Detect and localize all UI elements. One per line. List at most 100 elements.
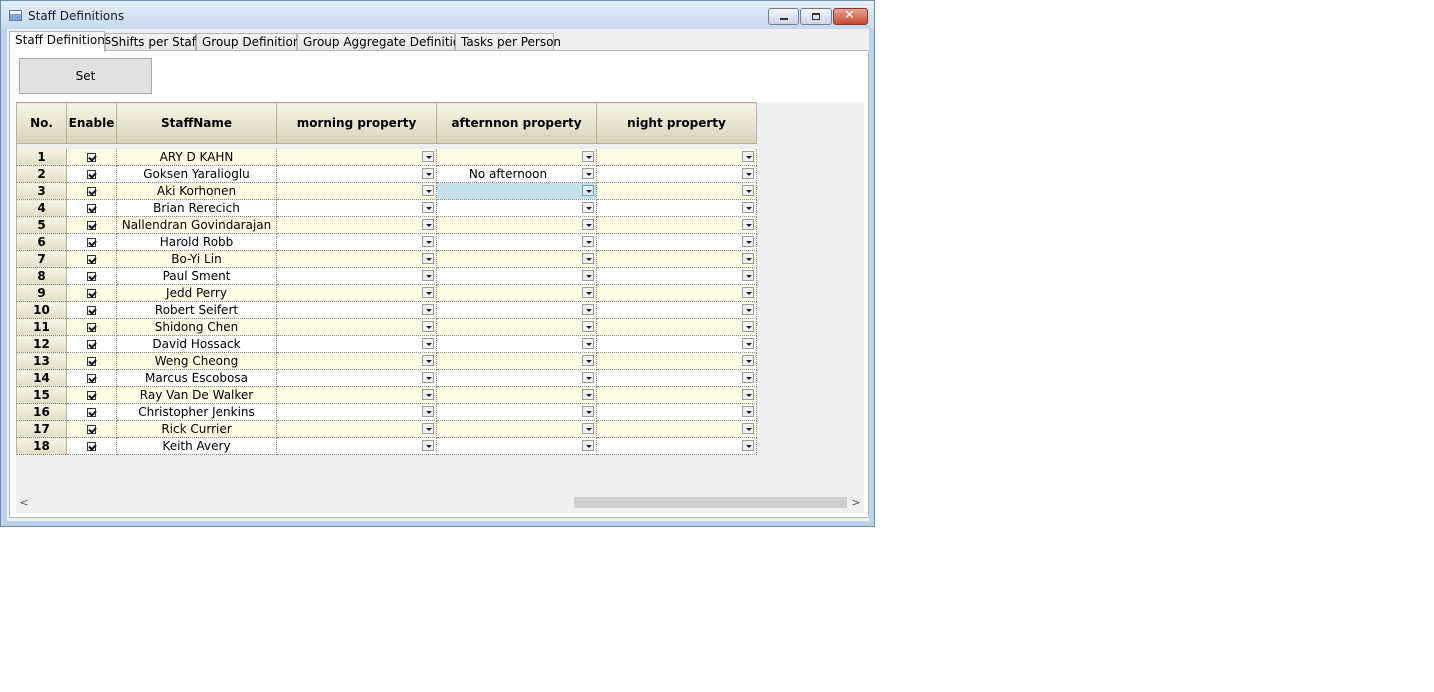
staff-name-cell[interactable]: Goksen Yaralioglu xyxy=(116,165,277,183)
dropdown-arrow-icon[interactable] xyxy=(742,389,754,400)
morning-property-dropdown[interactable] xyxy=(277,319,436,335)
dropdown-arrow-icon[interactable] xyxy=(742,321,754,332)
checkbox-checked-icon[interactable] xyxy=(87,408,96,417)
night-property-cell[interactable] xyxy=(596,352,757,370)
tab-group-aggregate-definitions[interactable]: Group Aggregate Definitions xyxy=(297,33,474,51)
night-property-cell[interactable] xyxy=(596,335,757,353)
morning-property-dropdown[interactable] xyxy=(277,302,436,318)
checkbox-checked-icon[interactable] xyxy=(87,255,96,264)
night-property-cell[interactable] xyxy=(596,250,757,268)
morning-property-dropdown[interactable] xyxy=(277,149,436,165)
night-property-cell[interactable] xyxy=(596,403,757,421)
afternoon-property-cell[interactable] xyxy=(436,437,597,455)
afternoon-property-cell[interactable] xyxy=(436,318,597,336)
afternoon-property-cell[interactable] xyxy=(436,352,597,370)
morning-property-cell[interactable] xyxy=(276,149,437,166)
afternoon-property-cell[interactable] xyxy=(436,386,597,404)
staff-name-cell[interactable]: Robert Seifert xyxy=(116,301,277,319)
night-property-cell[interactable] xyxy=(596,420,757,438)
tab-tasks-per-person[interactable]: Tasks per Person xyxy=(455,33,561,51)
set-button[interactable]: Set xyxy=(19,58,152,94)
afternoon-property-dropdown[interactable] xyxy=(437,387,596,403)
checkbox-checked-icon[interactable] xyxy=(87,340,96,349)
morning-property-cell[interactable] xyxy=(276,437,437,455)
night-property-dropdown[interactable] xyxy=(597,319,756,335)
night-property-cell[interactable] xyxy=(596,149,757,166)
afternoon-property-dropdown[interactable] xyxy=(437,234,596,250)
night-property-dropdown[interactable] xyxy=(597,149,756,165)
night-property-dropdown[interactable] xyxy=(597,438,756,454)
afternoon-property-cell[interactable] xyxy=(436,267,597,285)
morning-property-dropdown[interactable] xyxy=(277,285,436,301)
dropdown-arrow-icon[interactable] xyxy=(582,202,594,213)
dropdown-arrow-icon[interactable] xyxy=(422,219,434,230)
table-row[interactable]: 18 Keith Avery xyxy=(16,437,757,455)
morning-property-cell[interactable] xyxy=(276,199,437,217)
dropdown-arrow-icon[interactable] xyxy=(422,304,434,315)
dropdown-arrow-icon[interactable] xyxy=(582,440,594,451)
morning-property-cell[interactable] xyxy=(276,420,437,438)
night-property-cell[interactable] xyxy=(596,233,757,251)
dropdown-arrow-icon[interactable] xyxy=(742,236,754,247)
dropdown-arrow-icon[interactable] xyxy=(422,287,434,298)
dropdown-arrow-icon[interactable] xyxy=(422,253,434,264)
table-row[interactable]: 10 Robert Seifert xyxy=(16,301,757,319)
dropdown-arrow-icon[interactable] xyxy=(742,372,754,383)
afternoon-property-cell[interactable] xyxy=(436,216,597,234)
afternoon-property-dropdown[interactable] xyxy=(437,421,596,437)
afternoon-property-dropdown[interactable] xyxy=(437,370,596,386)
night-property-dropdown[interactable] xyxy=(597,387,756,403)
afternoon-property-cell[interactable] xyxy=(436,182,597,200)
dropdown-arrow-icon[interactable] xyxy=(422,168,434,179)
dropdown-arrow-icon[interactable] xyxy=(742,270,754,281)
morning-property-dropdown[interactable] xyxy=(277,370,436,386)
afternoon-property-dropdown[interactable]: No afternoon xyxy=(437,166,596,182)
table-row[interactable]: 16 Christopher Jenkins xyxy=(16,403,757,421)
scroll-right-icon[interactable]: > xyxy=(850,495,862,510)
staff-name-cell[interactable]: Rick Currier xyxy=(116,420,277,438)
afternoon-property-cell[interactable] xyxy=(436,250,597,268)
dropdown-arrow-icon[interactable] xyxy=(582,168,594,179)
dropdown-arrow-icon[interactable] xyxy=(582,151,594,162)
night-property-dropdown[interactable] xyxy=(597,166,756,182)
afternoon-property-dropdown[interactable] xyxy=(437,149,596,165)
afternoon-property-dropdown[interactable] xyxy=(437,285,596,301)
dropdown-arrow-icon[interactable] xyxy=(422,270,434,281)
staff-name-cell[interactable]: Jedd Perry xyxy=(116,284,277,302)
dropdown-arrow-icon[interactable] xyxy=(742,304,754,315)
night-property-dropdown[interactable] xyxy=(597,370,756,386)
dropdown-arrow-icon[interactable] xyxy=(742,202,754,213)
afternoon-property-dropdown[interactable] xyxy=(437,251,596,267)
checkbox-checked-icon[interactable] xyxy=(87,153,96,162)
scrollbar-thumb[interactable] xyxy=(574,497,847,508)
scroll-left-icon[interactable]: < xyxy=(18,495,30,510)
column-header-afternoon-property[interactable]: afternnon property xyxy=(436,102,597,144)
dropdown-arrow-icon[interactable] xyxy=(422,406,434,417)
morning-property-cell[interactable] xyxy=(276,352,437,370)
dropdown-arrow-icon[interactable] xyxy=(422,338,434,349)
table-row[interactable]: 2 Goksen Yaralioglu No afternoon xyxy=(16,165,757,183)
dropdown-arrow-icon[interactable] xyxy=(582,287,594,298)
morning-property-cell[interactable] xyxy=(276,369,437,387)
table-row[interactable]: 7 Bo-Yi Lin xyxy=(16,250,757,268)
table-row[interactable]: 6 Harold Robb xyxy=(16,233,757,251)
column-header-no[interactable]: No. xyxy=(16,102,67,144)
night-property-dropdown[interactable] xyxy=(597,251,756,267)
dropdown-arrow-icon[interactable] xyxy=(582,338,594,349)
table-row[interactable]: 3 Aki Korhonen xyxy=(16,182,757,200)
checkbox-checked-icon[interactable] xyxy=(87,442,96,451)
morning-property-cell[interactable] xyxy=(276,233,437,251)
dropdown-arrow-icon[interactable] xyxy=(422,185,434,196)
morning-property-dropdown[interactable] xyxy=(277,438,436,454)
table-row[interactable]: 12 David Hossack xyxy=(16,335,757,353)
afternoon-property-cell[interactable] xyxy=(436,149,597,166)
afternoon-property-cell[interactable]: No afternoon xyxy=(436,165,597,183)
morning-property-dropdown[interactable] xyxy=(277,353,436,369)
staff-name-cell[interactable]: Bo-Yi Lin xyxy=(116,250,277,268)
dropdown-arrow-icon[interactable] xyxy=(582,185,594,196)
checkbox-checked-icon[interactable] xyxy=(87,323,96,332)
checkbox-checked-icon[interactable] xyxy=(87,425,96,434)
table-row[interactable]: 13 Weng Cheong xyxy=(16,352,757,370)
morning-property-cell[interactable] xyxy=(276,318,437,336)
morning-property-cell[interactable] xyxy=(276,165,437,183)
